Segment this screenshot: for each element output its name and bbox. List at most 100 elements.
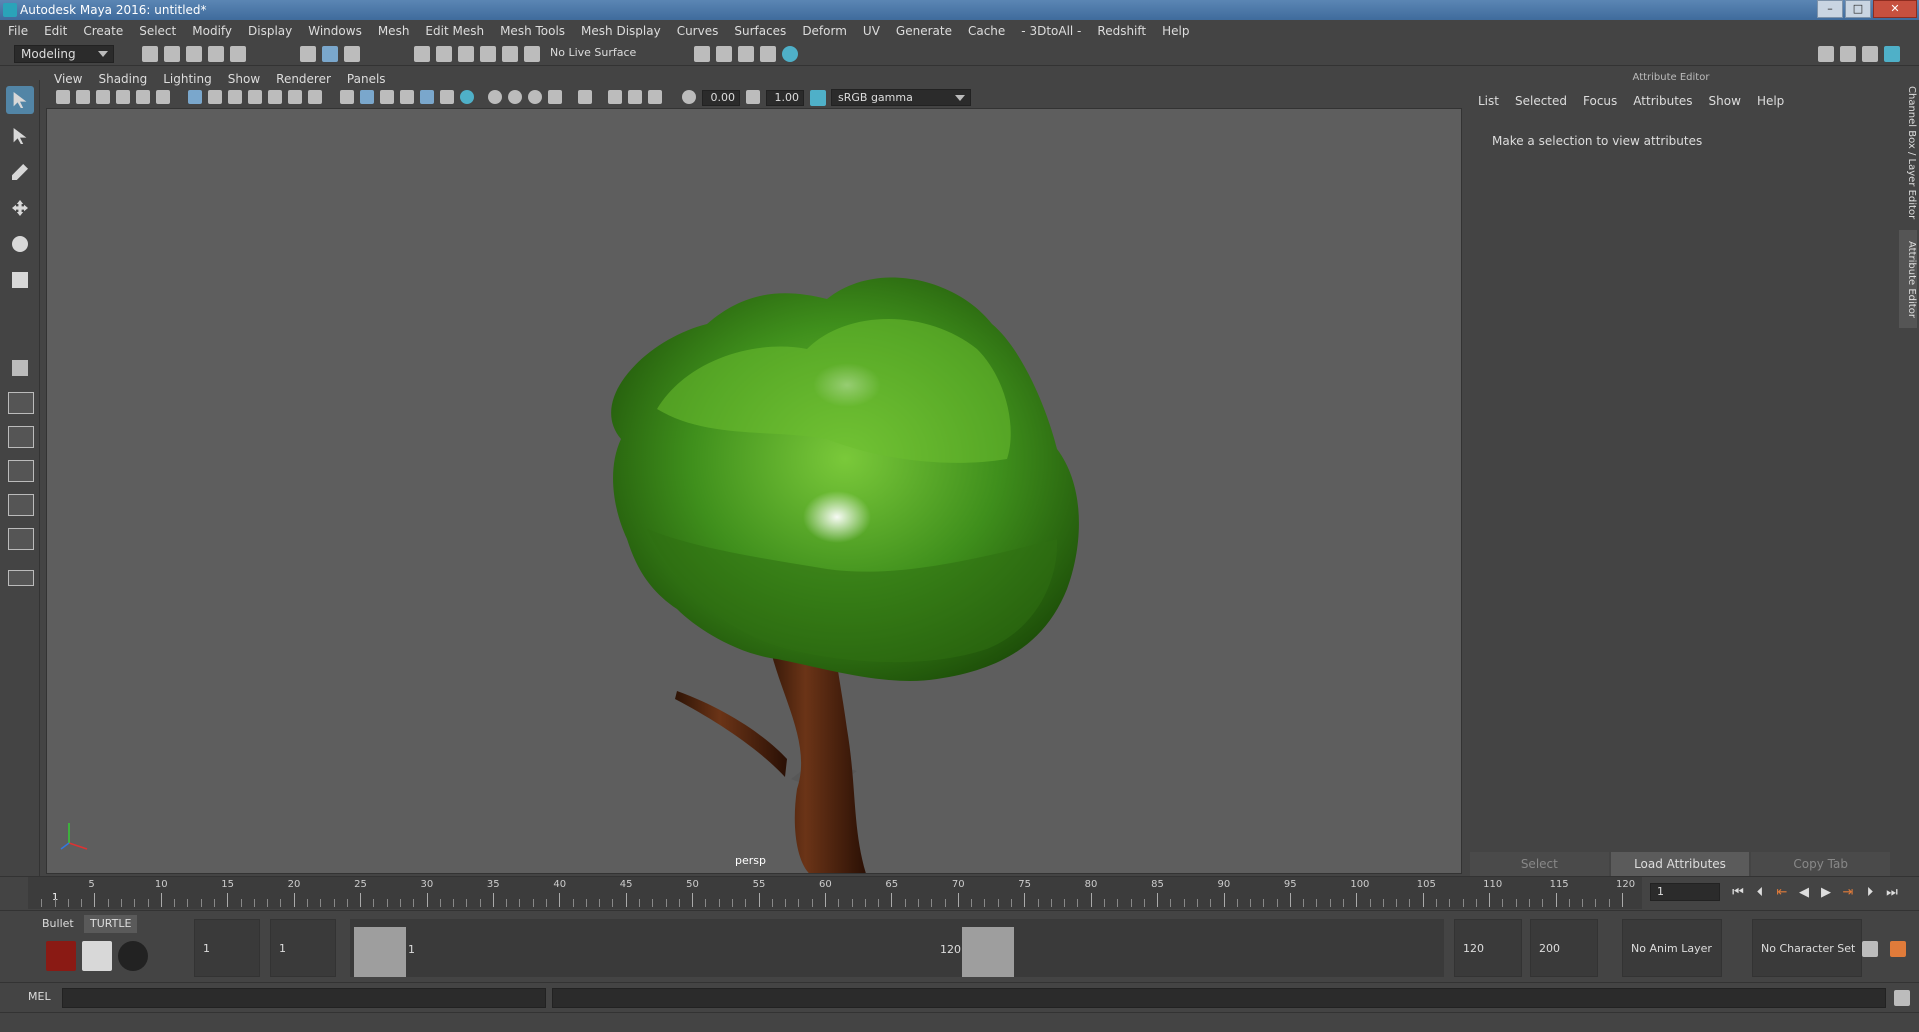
snap-vertex-icon[interactable] xyxy=(524,46,540,62)
select-hierarchy-icon[interactable] xyxy=(300,46,316,62)
render-current-frame-icon[interactable] xyxy=(716,46,732,62)
attr-menu-list[interactable]: List xyxy=(1478,94,1499,108)
range-end-handle[interactable] xyxy=(962,927,1014,977)
copy-tab-button[interactable]: Copy Tab xyxy=(1751,852,1891,876)
channel-box-tab[interactable]: Channel Box / Layer Editor xyxy=(1899,78,1917,228)
step-back-key-icon[interactable]: ⇤ xyxy=(1774,885,1790,901)
xray-joints-icon[interactable] xyxy=(628,90,642,104)
exposure-field[interactable]: 0.00 xyxy=(702,90,740,106)
attribute-editor-toggle-icon[interactable] xyxy=(1862,46,1878,62)
snap-grid-icon[interactable] xyxy=(414,46,430,62)
two-d-pan-zoom-icon[interactable] xyxy=(136,90,150,104)
grease-pencil-icon[interactable] xyxy=(156,90,170,104)
modeling-toolkit-icon[interactable] xyxy=(1818,46,1834,62)
menu-edit-mesh[interactable]: Edit Mesh xyxy=(425,24,484,38)
attr-menu-focus[interactable]: Focus xyxy=(1583,94,1617,108)
exposure-icon[interactable] xyxy=(682,90,696,104)
play-forwards-icon[interactable]: ▶ xyxy=(1818,885,1834,901)
viewport-menu-shading[interactable]: Shading xyxy=(98,72,147,86)
step-forward-key-icon[interactable]: ⇥ xyxy=(1840,885,1856,901)
menu-windows[interactable]: Windows xyxy=(308,24,362,38)
menu-select[interactable]: Select xyxy=(139,24,176,38)
menu-set-dropdown[interactable]: Modeling xyxy=(14,45,114,63)
menu-deform[interactable]: Deform xyxy=(802,24,847,38)
mel-label[interactable]: MEL xyxy=(28,990,51,1003)
attr-menu-selected[interactable]: Selected xyxy=(1515,94,1567,108)
smooth-shade-icon[interactable] xyxy=(360,90,374,104)
viewport-menu-lighting[interactable]: Lighting xyxy=(163,72,212,86)
minimize-button[interactable]: – xyxy=(1817,0,1843,18)
attr-menu-attributes[interactable]: Attributes xyxy=(1633,94,1692,108)
layout-menu-icon[interactable] xyxy=(8,570,34,586)
field-chart-icon[interactable] xyxy=(268,90,282,104)
menu-generate[interactable]: Generate xyxy=(896,24,952,38)
safe-title-icon[interactable] xyxy=(308,90,322,104)
snap-curve-icon[interactable] xyxy=(436,46,452,62)
screen-space-ao-icon[interactable] xyxy=(488,90,502,104)
menu-display[interactable]: Display xyxy=(248,24,292,38)
select-component-icon[interactable] xyxy=(344,46,360,62)
range-slider[interactable]: 1 120 xyxy=(350,919,1444,977)
viewport-menu-renderer[interactable]: Renderer xyxy=(276,72,331,86)
attr-menu-help[interactable]: Help xyxy=(1757,94,1784,108)
xray-icon[interactable] xyxy=(608,90,622,104)
menu-mesh-display[interactable]: Mesh Display xyxy=(581,24,661,38)
resolution-gate-icon[interactable] xyxy=(228,90,242,104)
menu-edit[interactable]: Edit xyxy=(44,24,67,38)
select-tool[interactable] xyxy=(6,86,34,114)
range-start-handle[interactable] xyxy=(354,927,406,977)
animation-start-field[interactable]: 1 xyxy=(194,919,260,977)
persp-outliner-layout-icon[interactable] xyxy=(8,426,34,448)
new-scene-icon[interactable] xyxy=(142,46,158,62)
go-to-end-icon[interactable]: ⏭ xyxy=(1884,885,1900,901)
move-tool[interactable] xyxy=(6,194,34,222)
gamma-field[interactable]: 1.00 xyxy=(766,90,804,106)
color-management-icon[interactable] xyxy=(810,90,826,106)
turtle-bake-icon[interactable] xyxy=(82,941,112,971)
menu-create[interactable]: Create xyxy=(83,24,123,38)
bookmark-icon[interactable] xyxy=(96,90,110,104)
maximize-button[interactable]: □ xyxy=(1845,0,1871,18)
ipr-render-icon[interactable] xyxy=(738,46,754,62)
four-view-layout-icon[interactable] xyxy=(8,392,34,414)
lasso-tool[interactable] xyxy=(6,122,34,150)
attribute-editor-tab[interactable]: Attribute Editor xyxy=(1899,230,1917,328)
hypershade-layout-icon[interactable] xyxy=(8,528,34,550)
go-to-start-icon[interactable]: ⏮ xyxy=(1730,885,1746,901)
turtle-sphere-icon[interactable] xyxy=(118,941,148,971)
persp-uv-layout-icon[interactable] xyxy=(8,494,34,516)
safe-action-icon[interactable] xyxy=(288,90,302,104)
turtle-render-icon[interactable] xyxy=(46,941,76,971)
grid-icon[interactable] xyxy=(188,90,202,104)
hypershade-icon[interactable] xyxy=(782,46,798,62)
rotate-tool[interactable] xyxy=(6,230,34,258)
xray-components-icon[interactable] xyxy=(648,90,662,104)
menu-mesh[interactable]: Mesh xyxy=(378,24,410,38)
character-set-dropdown[interactable]: No Character Set xyxy=(1752,919,1862,977)
film-gate-icon[interactable] xyxy=(208,90,222,104)
command-input[interactable] xyxy=(62,988,546,1008)
select-object-icon[interactable] xyxy=(322,46,338,62)
persp-graph-layout-icon[interactable] xyxy=(8,460,34,482)
anim-layer-dropdown[interactable]: No Anim Layer xyxy=(1622,919,1722,977)
menu-redshift[interactable]: Redshift xyxy=(1097,24,1146,38)
isolate-select-icon[interactable] xyxy=(578,90,592,104)
scale-tool[interactable] xyxy=(6,266,34,294)
menu-help[interactable]: Help xyxy=(1162,24,1189,38)
perspective-viewport[interactable]: persp xyxy=(46,108,1462,874)
viewport-menu-show[interactable]: Show xyxy=(228,72,260,86)
menu-curves[interactable]: Curves xyxy=(677,24,719,38)
menu-surfaces[interactable]: Surfaces xyxy=(734,24,786,38)
shelf-tab-turtle[interactable]: TURTLE xyxy=(84,915,138,933)
view-transform-dropdown[interactable]: sRGB gamma xyxy=(831,89,971,106)
redo-icon[interactable] xyxy=(230,46,246,62)
save-scene-icon[interactable] xyxy=(186,46,202,62)
depth-of-field-icon[interactable] xyxy=(548,90,562,104)
menu-mesh-tools[interactable]: Mesh Tools xyxy=(500,24,565,38)
auto-key-icon[interactable] xyxy=(1862,941,1878,957)
snap-view-plane-icon[interactable] xyxy=(480,46,496,62)
snap-point-icon[interactable] xyxy=(458,46,474,62)
viewport-menu-panels[interactable]: Panels xyxy=(347,72,386,86)
render-settings-icon[interactable] xyxy=(694,46,710,62)
attr-menu-show[interactable]: Show xyxy=(1709,94,1741,108)
